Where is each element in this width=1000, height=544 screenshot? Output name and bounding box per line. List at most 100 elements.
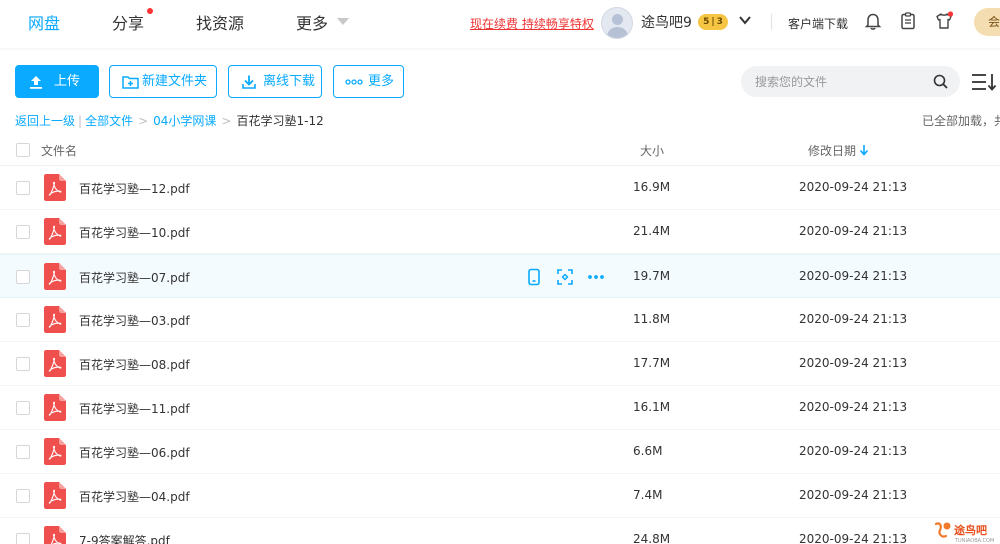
site-watermark-logo: 途鸟吧 TUNIAOBA.COM bbox=[934, 522, 994, 544]
file-table-header: 文件名 大小 修改日期 bbox=[0, 132, 1000, 166]
table-row[interactable]: 百花学习塾—08.pdf 17.7M 2020-09-24 21:13 bbox=[0, 342, 1000, 386]
column-header-modified[interactable]: 修改日期 bbox=[808, 142, 856, 159]
file-name[interactable]: 百花学习塾—11.pdf bbox=[79, 400, 190, 417]
table-row[interactable]: 7-9答案解答.pdf 24.8M 2020-09-24 21:13 bbox=[0, 518, 1000, 544]
top-navigation: 网盘 分享 找资源 更多 现在续费 持续畅享特权 途鸟吧9 5 | 3 客户端下载 … bbox=[0, 0, 1000, 48]
file-size: 7.4M bbox=[633, 488, 663, 502]
file-modified-date: 2020-09-24 21:13 bbox=[799, 488, 908, 502]
file-modified-date: 2020-09-24 21:13 bbox=[799, 312, 908, 326]
more-caret-icon[interactable] bbox=[337, 18, 349, 25]
more-actions-icon[interactable] bbox=[587, 268, 605, 286]
file-name[interactable]: 百花学习塾—07.pdf bbox=[79, 269, 190, 286]
sort-desc-arrow-icon[interactable] bbox=[859, 144, 869, 156]
row-checkbox[interactable] bbox=[16, 489, 30, 503]
table-row[interactable]: 百花学习塾—07.pdf 19.7M 2020-09-24 21:13 bbox=[0, 254, 1000, 298]
file-modified-date: 2020-09-24 21:13 bbox=[799, 444, 908, 458]
pdf-file-icon bbox=[44, 306, 66, 333]
file-modified-date: 2020-09-24 21:13 bbox=[799, 180, 908, 194]
watermark-text: 途鸟吧 bbox=[954, 523, 987, 537]
vip-level-badge: 5 | 3 bbox=[698, 14, 728, 30]
table-row[interactable]: 百花学习塾—04.pdf 7.4M 2020-09-24 21:13 bbox=[0, 474, 1000, 518]
pdf-file-icon bbox=[44, 438, 66, 465]
member-button[interactable]: 会 bbox=[974, 8, 1000, 36]
pdf-file-icon bbox=[44, 263, 66, 290]
download-icon bbox=[242, 75, 256, 89]
more-label: 更多 bbox=[368, 74, 395, 89]
clipboard-icon[interactable] bbox=[898, 11, 918, 31]
more-button[interactable]: 更多 bbox=[333, 65, 404, 98]
nav-tab-find-resources[interactable]: 找资源 bbox=[196, 10, 244, 34]
more-dots-icon bbox=[345, 79, 363, 85]
file-name[interactable]: 百花学习塾—10.pdf bbox=[79, 224, 190, 241]
file-modified-date: 2020-09-24 21:13 bbox=[799, 224, 908, 238]
client-download-link[interactable]: 客户端下载 bbox=[788, 15, 848, 32]
renew-promo-link[interactable]: 现在续费 持续畅享特权 bbox=[470, 15, 594, 32]
send-to-phone-icon[interactable] bbox=[525, 268, 543, 286]
pdf-file-icon bbox=[44, 174, 66, 201]
select-all-checkbox[interactable] bbox=[16, 143, 30, 157]
table-row[interactable]: 百花学习塾—11.pdf 16.1M 2020-09-24 21:13 bbox=[0, 386, 1000, 430]
avatar[interactable] bbox=[601, 7, 633, 39]
row-checkbox[interactable] bbox=[16, 533, 30, 544]
pdf-file-icon bbox=[44, 218, 66, 245]
file-size: 11.8M bbox=[633, 312, 671, 326]
loaded-status: 已全部加载，共 bbox=[922, 114, 1000, 128]
file-size: 17.7M bbox=[633, 356, 671, 370]
nav-tab-share[interactable]: 分享 bbox=[112, 10, 144, 34]
file-size: 16.1M bbox=[633, 400, 671, 414]
row-checkbox[interactable] bbox=[16, 225, 30, 239]
upload-button[interactable]: 上传 bbox=[15, 65, 99, 98]
file-name[interactable]: 百花学习塾—04.pdf bbox=[79, 488, 190, 505]
breadcrumb-item-current: 百花学习塾1-12 bbox=[236, 114, 324, 128]
vip-level-b: 3 bbox=[716, 17, 723, 27]
upload-icon bbox=[30, 76, 42, 89]
breadcrumb-item-folder[interactable]: 04小学网课 bbox=[153, 114, 216, 128]
username[interactable]: 途鸟吧9 bbox=[641, 12, 692, 32]
file-name[interactable]: 百花学习塾—03.pdf bbox=[79, 312, 190, 329]
row-checkbox[interactable] bbox=[16, 270, 30, 284]
file-modified-date: 2020-09-24 21:13 bbox=[799, 400, 908, 414]
column-header-size[interactable]: 大小 bbox=[640, 142, 664, 159]
share-link-icon[interactable] bbox=[556, 268, 574, 286]
sort-list-icon[interactable] bbox=[971, 71, 997, 93]
file-name[interactable]: 百花学习塾—12.pdf bbox=[79, 180, 190, 197]
table-row[interactable]: 百花学习塾—10.pdf 21.4M 2020-09-24 21:13 bbox=[0, 210, 1000, 254]
nav-divider bbox=[771, 14, 772, 30]
bell-icon[interactable] bbox=[863, 11, 883, 31]
user-menu-chevron-icon[interactable] bbox=[739, 14, 751, 26]
offline-download-label: 离线下载 bbox=[263, 74, 316, 89]
nav-tab-more[interactable]: 更多 bbox=[296, 10, 328, 34]
new-folder-label: 新建文件夹 bbox=[142, 74, 208, 89]
breadcrumb-back-link[interactable]: 返回上一级 bbox=[15, 114, 75, 128]
search-input[interactable] bbox=[755, 72, 925, 91]
file-name[interactable]: 7-9答案解答.pdf bbox=[79, 532, 170, 544]
pdf-file-icon bbox=[44, 526, 66, 544]
file-modified-date: 2020-09-24 21:13 bbox=[799, 356, 908, 370]
search-icon[interactable] bbox=[933, 74, 948, 89]
file-modified-date: 2020-09-24 21:13 bbox=[799, 269, 908, 283]
file-size: 6.6M bbox=[633, 444, 663, 458]
file-name[interactable]: 百花学习塾—08.pdf bbox=[79, 356, 190, 373]
offline-download-button[interactable]: 离线下载 bbox=[228, 65, 322, 98]
row-checkbox[interactable] bbox=[16, 313, 30, 327]
breadcrumb-item-all-files[interactable]: 全部文件 bbox=[85, 114, 133, 128]
new-folder-button[interactable]: 新建文件夹 bbox=[109, 65, 217, 98]
row-checkbox[interactable] bbox=[16, 445, 30, 459]
tshirt-icon[interactable] bbox=[934, 11, 954, 31]
file-size: 24.8M bbox=[633, 532, 671, 544]
nav-tab-netdisk[interactable]: 网盘 bbox=[28, 10, 60, 34]
row-checkbox[interactable] bbox=[16, 401, 30, 415]
file-name[interactable]: 百花学习塾—06.pdf bbox=[79, 444, 190, 461]
new-folder-icon bbox=[122, 76, 139, 89]
upload-label: 上传 bbox=[54, 74, 81, 89]
pdf-file-icon bbox=[44, 482, 66, 509]
column-header-name[interactable]: 文件名 bbox=[41, 142, 77, 159]
table-row[interactable]: 百花学习塾—12.pdf 16.9M 2020-09-24 21:13 bbox=[0, 166, 1000, 210]
table-row[interactable]: 百花学习塾—03.pdf 11.8M 2020-09-24 21:13 bbox=[0, 298, 1000, 342]
row-checkbox[interactable] bbox=[16, 357, 30, 371]
file-size: 19.7M bbox=[633, 269, 671, 283]
search-box bbox=[741, 66, 960, 97]
row-checkbox[interactable] bbox=[16, 181, 30, 195]
table-row[interactable]: 百花学习塾—06.pdf 6.6M 2020-09-24 21:13 bbox=[0, 430, 1000, 474]
pdf-file-icon bbox=[44, 394, 66, 421]
